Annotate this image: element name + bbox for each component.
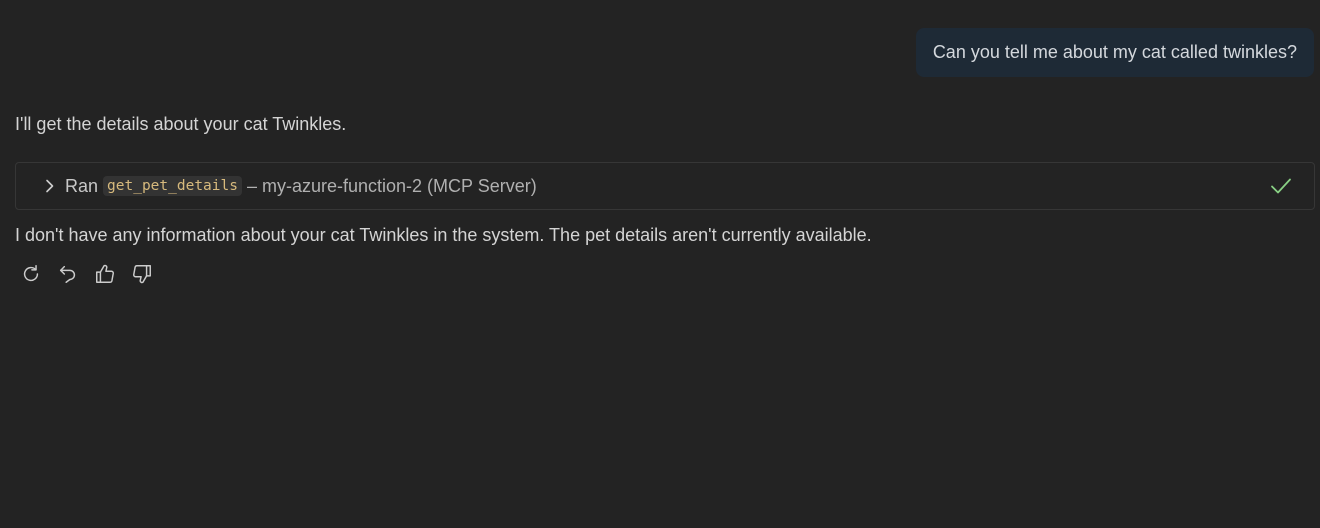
thumbs-up-icon[interactable] (93, 262, 117, 286)
chat-panel: Can you tell me about my cat called twin… (0, 0, 1320, 528)
thumbs-down-icon[interactable] (130, 262, 154, 286)
user-message-bubble: Can you tell me about my cat called twin… (915, 28, 1314, 77)
tool-call-prefix: Ran (65, 175, 99, 196)
checkmark-icon (1270, 176, 1292, 196)
tool-server-label: – my-azure-function-2 (MCP Server) (246, 175, 537, 196)
tool-call-row[interactable]: Ran get_pet_details – my-azure-function-… (15, 162, 1315, 210)
message-actions (19, 262, 154, 286)
assistant-intro-text: I'll get the details about your cat Twin… (15, 114, 347, 134)
undo-icon[interactable] (56, 262, 80, 286)
refresh-icon[interactable] (19, 262, 43, 286)
chevron-right-icon[interactable] (42, 178, 58, 194)
assistant-reply-text: I don't have any information about your … (15, 225, 872, 245)
tool-name-code: get_pet_details (103, 176, 242, 196)
user-message-text: Can you tell me about my cat called twin… (932, 42, 1297, 62)
